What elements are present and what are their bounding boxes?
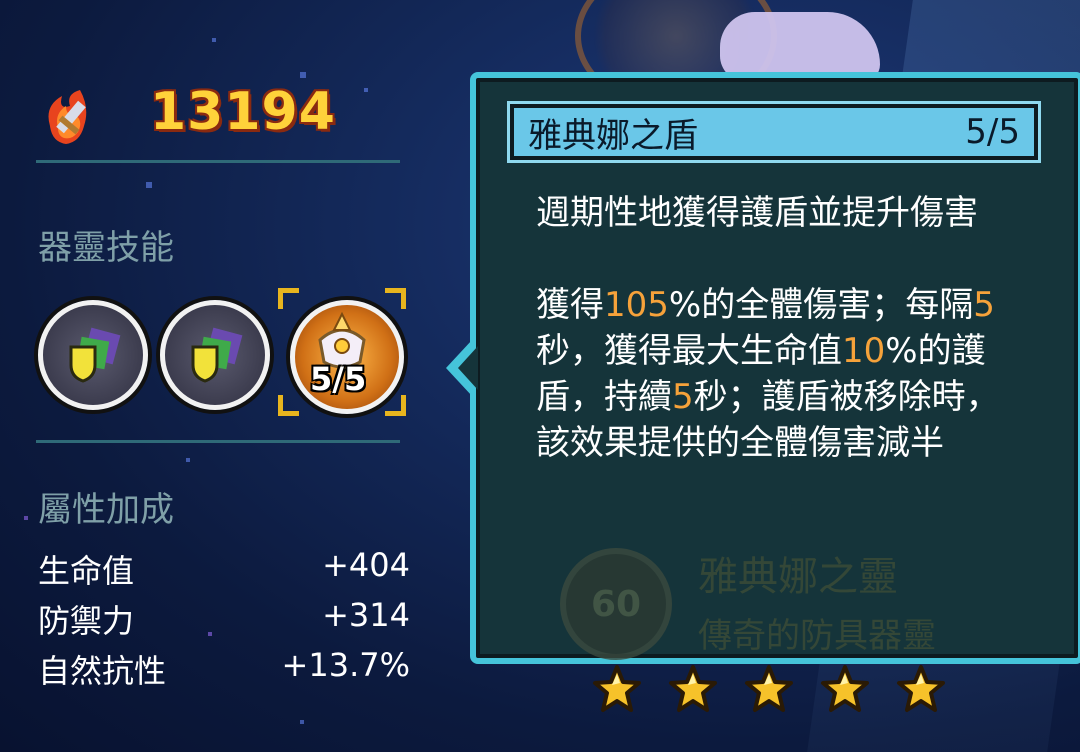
- shield-icon: [187, 327, 243, 387]
- spirit-type-ghost: 傳奇的防具器靈: [698, 616, 936, 656]
- divider: [36, 160, 400, 163]
- stat-label: 生命值: [38, 552, 135, 590]
- stat-value: +404: [322, 546, 410, 584]
- level-badge-ghost: 60: [560, 548, 672, 660]
- star-sparkle: [24, 516, 28, 520]
- tooltip-detail: 獲得105%的全體傷害；每隔5秒，獲得最大生命值10%的護盾，持續5秒；護盾被移…: [536, 285, 1000, 463]
- star-sparkle: [300, 720, 304, 724]
- star-icon: [592, 664, 642, 714]
- skill-level-label: 5/5: [310, 360, 367, 398]
- stat-row-hp: 生命值 +404: [38, 546, 410, 592]
- tooltip-body: 週期性地獲得護盾並提升傷害 獲得105%的全體傷害；每隔5秒，獲得最大生命值10…: [536, 190, 1016, 466]
- star-sparkle: [364, 88, 368, 92]
- stats-section-title: 屬性加成: [38, 490, 174, 530]
- shield-icon: [65, 327, 121, 387]
- tooltip-summary: 週期性地獲得護盾並提升傷害: [536, 193, 978, 233]
- star-sparkle: [186, 458, 190, 462]
- skill-slot-1[interactable]: [38, 300, 148, 410]
- star-icon: [668, 664, 718, 714]
- stat-label: 防禦力: [38, 602, 135, 640]
- tooltip-spacer: [536, 236, 1016, 282]
- value-highlight: 5: [672, 377, 694, 417]
- star-icon: [820, 664, 870, 714]
- stat-row-nature-resist: 自然抗性 +13.7%: [38, 646, 410, 692]
- skills-section-title: 器靈技能: [38, 228, 174, 268]
- value-highlight: 105: [604, 285, 669, 325]
- tooltip-header: 雅典娜之盾 5/5: [510, 104, 1038, 160]
- tooltip-pointer-inner: [458, 346, 478, 390]
- stat-value: +13.7%: [281, 646, 410, 684]
- skill-slot-3-selected[interactable]: 5/5: [278, 288, 406, 416]
- star-icon: [744, 664, 794, 714]
- star-sparkle: [146, 182, 152, 188]
- star-rating: [592, 664, 946, 714]
- value-highlight: 5: [973, 285, 995, 325]
- spirit-name-ghost: 雅典娜之靈: [698, 554, 898, 600]
- flaming-sword-icon: [40, 86, 104, 150]
- star-sparkle: [300, 72, 306, 78]
- value-highlight: 10: [842, 331, 886, 371]
- stat-label: 自然抗性: [38, 652, 167, 690]
- star-icon: [896, 664, 946, 714]
- tooltip-title: 雅典娜之盾: [528, 115, 698, 156]
- tooltip-level: 5/5: [965, 112, 1020, 152]
- skill-slot-2[interactable]: [160, 300, 270, 410]
- stat-value: +314: [322, 596, 410, 634]
- power-display: [40, 78, 104, 158]
- power-value: 13194: [150, 82, 336, 142]
- skill-tooltip: 60 雅典娜之靈 傳奇的防具器靈 雅典娜之盾 5/5 週期性地獲得護盾並提升傷害…: [470, 72, 1080, 664]
- stat-row-defense: 防禦力 +314: [38, 596, 410, 642]
- star-sparkle: [212, 38, 216, 42]
- divider: [36, 440, 400, 443]
